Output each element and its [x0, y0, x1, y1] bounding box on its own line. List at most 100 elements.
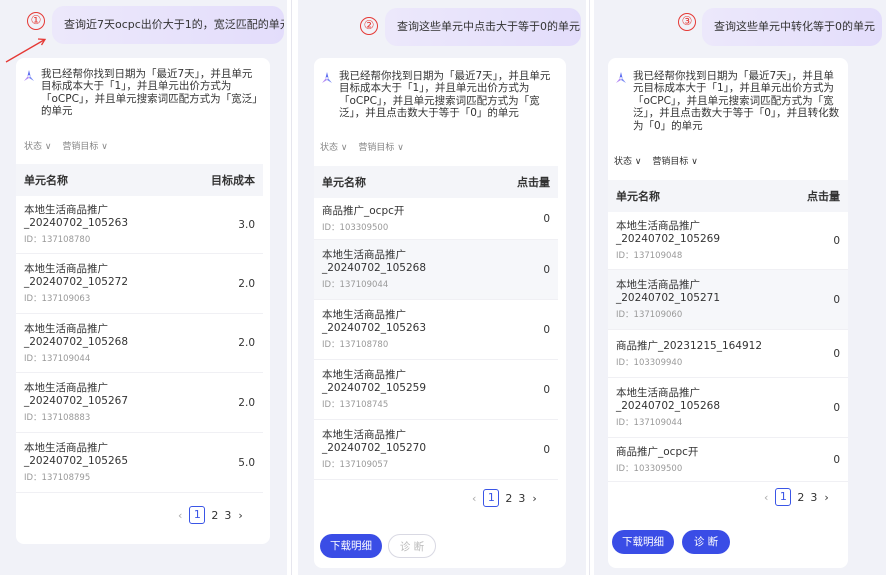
results-table: 单元名称 点击量 本地生活商品推广_20240702_105269 ID：1371… — [608, 180, 848, 482]
unit-name[interactable]: 本地生活商品推广_20240702_105259 — [322, 369, 487, 395]
unit-name[interactable]: 本地生活商品推广_20240702_105270 — [322, 429, 487, 455]
next-page-icon[interactable]: › — [532, 492, 536, 505]
unit-name[interactable]: 本地生活商品推广_20240702_105263 — [24, 204, 189, 230]
target-cost-value: 2.0 — [238, 337, 255, 349]
target-cost-value: 2.0 — [238, 277, 255, 290]
clicks-value: 0 — [543, 323, 550, 336]
page-3[interactable]: 3 — [224, 509, 231, 522]
marketing-goal-filter[interactable]: 营销目标 ∨ — [358, 143, 403, 153]
unit-id: ID：137109044 — [24, 353, 91, 364]
results-table: 单元名称 目标成本 本地生活商品推广_20240702_105263 ID：137… — [16, 164, 263, 493]
column-header-clicks[interactable]: 点击量 — [517, 174, 550, 190]
unit-name[interactable]: 本地生活商品推广_20240702_105268 — [322, 249, 487, 275]
table-row[interactable]: 商品推广_ocpc开 ID：103309500 0 — [608, 438, 848, 482]
unit-id: ID：137108780 — [24, 235, 91, 245]
clicks-value: 0 — [543, 263, 550, 276]
conversation-panel-1: 查询近7天ocpc出价大于1的，宽泛匹配的单元 我已经帮你找到日期为「最近7天」… — [0, 0, 287, 575]
ai-message-text: 我已经帮你找到日期为「最近7天」，并且单元目标成本大于「1」，并且单元出价方式为… — [41, 68, 258, 118]
step-number-badge: ① — [27, 12, 45, 30]
table-row[interactable]: 本地生活商品推广_20240702_105263 ID：137108780 0 — [314, 300, 558, 360]
pagination: ‹ 1 2 3 › — [468, 489, 541, 507]
ai-message: 我已经帮你找到日期为「最近7天」，并且单元目标成本大于「1」，并且单元出价方式为… — [320, 70, 552, 120]
table-row[interactable]: 本地生活商品推广_20240702_105272 ID：137109063 2.0 — [16, 254, 263, 314]
column-header-clicks[interactable]: 点击量 — [807, 188, 840, 204]
prev-page-icon[interactable]: ‹ — [764, 491, 768, 504]
table-row[interactable]: 本地生活商品推广_20240702_105267 ID：137108883 2.0 — [16, 373, 263, 433]
page-3[interactable]: 3 — [810, 491, 817, 504]
prev-page-icon[interactable]: ‹ — [178, 509, 182, 522]
unit-name[interactable]: 本地生活商品推广_20240702_105272 — [24, 263, 189, 289]
page-1[interactable]: 1 — [189, 506, 206, 524]
table-row[interactable]: 本地生活商品推广_20240702_105263 ID：137108780 3.0 — [16, 196, 263, 254]
table-row[interactable]: 本地生活商品推广_20240702_105270 ID：137109057 0 — [314, 420, 558, 480]
arrow-annotation-icon — [5, 38, 47, 63]
table-row[interactable]: 本地生活商品推广_20240702_105268 ID：137109044 0 — [314, 240, 558, 300]
status-filter[interactable]: 状态 ∨ — [24, 142, 51, 152]
download-details-button[interactable]: 下载明细 — [612, 530, 674, 554]
diagnose-button[interactable]: 诊 断 — [682, 530, 730, 554]
unit-id: ID：137108795 — [24, 473, 91, 483]
status-filter[interactable]: 状态 ∨ — [614, 157, 641, 167]
column-header-name: 单元名称 — [322, 176, 366, 189]
conversation-panel-3: ③ 查询这些单元中转化等于0的单元 我已经帮你找到日期为「最近7天」，并且单元目… — [594, 0, 886, 575]
unit-name[interactable]: 本地生活商品推广_20240702_105265 — [24, 442, 189, 468]
table-row[interactable]: 商品推广_ocpc开 ID：103309500 0 — [314, 198, 558, 240]
filter-bar: 状态 ∨ 营销目标 ∨ — [24, 139, 116, 152]
user-query-bubble: 查询这些单元中转化等于0的单元 — [702, 8, 882, 46]
unit-name[interactable]: 商品推广_ocpc开 — [616, 446, 781, 459]
filter-bar: 状态 ∨ 营销目标 ∨ — [320, 140, 412, 153]
step-number-badge: ② — [360, 17, 378, 35]
unit-name[interactable]: 商品推广_ocpc开 — [322, 205, 487, 218]
clicks-value: 0 — [543, 383, 550, 396]
column-header-target-cost[interactable]: 目标成本 — [211, 172, 255, 188]
unit-name[interactable]: 本地生活商品推广_20240702_105263 — [322, 309, 487, 335]
page-2[interactable]: 2 — [505, 492, 512, 505]
table-header: 单元名称 目标成本 — [16, 164, 263, 196]
unit-name[interactable]: 本地生活商品推广_20240702_105268 — [616, 387, 781, 413]
marketing-goal-filter[interactable]: 营销目标 ∨ — [62, 142, 107, 152]
user-query-text: 查询这些单元中点击大于等于0的单元 — [397, 20, 580, 33]
panel-divider — [589, 0, 590, 575]
clicks-value: 0 — [833, 453, 840, 466]
page-2[interactable]: 2 — [211, 509, 218, 522]
unit-id: ID：137109060 — [616, 310, 683, 320]
unit-name[interactable]: 本地生活商品推广_20240702_105267 — [24, 382, 189, 408]
column-header-name: 单元名称 — [616, 190, 660, 203]
table-row[interactable]: 商品推广_20231215_164912 ID：103309940 0 — [608, 330, 848, 378]
page-1[interactable]: 1 — [775, 488, 792, 506]
unit-id: ID：103309500 — [322, 222, 389, 233]
table-row[interactable]: 本地生活商品推广_20240702_105271 ID：137109060 0 — [608, 270, 848, 330]
unit-id: ID：137109044 — [322, 280, 389, 290]
pagination: ‹ 1 2 3 › — [174, 506, 247, 524]
unit-name[interactable]: 本地生活商品推广_20240702_105269 — [616, 220, 781, 246]
user-query-text: 查询这些单元中转化等于0的单元 — [714, 20, 875, 33]
panel-divider — [291, 0, 292, 575]
page-2[interactable]: 2 — [797, 491, 804, 504]
page-1[interactable]: 1 — [483, 489, 500, 507]
table-row[interactable]: 本地生活商品推广_20240702_105269 ID：137109048 0 — [608, 212, 848, 270]
download-details-button[interactable]: 下载明细 — [320, 534, 382, 558]
unit-name[interactable]: 本地生活商品推广_20240702_105271 — [616, 279, 781, 305]
target-cost-value: 2.0 — [238, 396, 255, 409]
unit-name[interactable]: 本地生活商品推广_20240702_105268 — [24, 323, 189, 349]
unit-id: ID：137109057 — [322, 460, 389, 470]
unit-name[interactable]: 商品推广_20231215_164912 — [616, 340, 781, 353]
clicks-value: 0 — [833, 234, 840, 247]
marketing-goal-filter[interactable]: 营销目标 ∨ — [652, 157, 697, 167]
unit-id: ID：103309500 — [616, 463, 683, 474]
diagnose-button[interactable]: 诊 断 — [388, 534, 436, 558]
user-query-bubble: 查询这些单元中点击大于等于0的单元 — [385, 8, 581, 46]
unit-id: ID：137108745 — [322, 400, 389, 410]
unit-id: ID：137109063 — [24, 294, 91, 304]
table-row[interactable]: 本地生活商品推广_20240702_105268 ID：137109044 2.0 — [16, 314, 263, 373]
table-row[interactable]: 本地生活商品推广_20240702_105259 ID：137108745 0 — [314, 360, 558, 420]
table-row[interactable]: 本地生活商品推广_20240702_105265 ID：137108795 5.0 — [16, 433, 263, 493]
prev-page-icon[interactable]: ‹ — [472, 492, 476, 505]
next-page-icon[interactable]: › — [238, 509, 242, 522]
clicks-value: 0 — [833, 293, 840, 306]
filter-bar: 状态 ∨ 营销目标 ∨ — [614, 154, 706, 167]
page-3[interactable]: 3 — [518, 492, 525, 505]
status-filter[interactable]: 状态 ∨ — [320, 143, 347, 153]
table-row[interactable]: 本地生活商品推广_20240702_105268 ID：137109044 0 — [608, 378, 848, 438]
next-page-icon[interactable]: › — [824, 491, 828, 504]
